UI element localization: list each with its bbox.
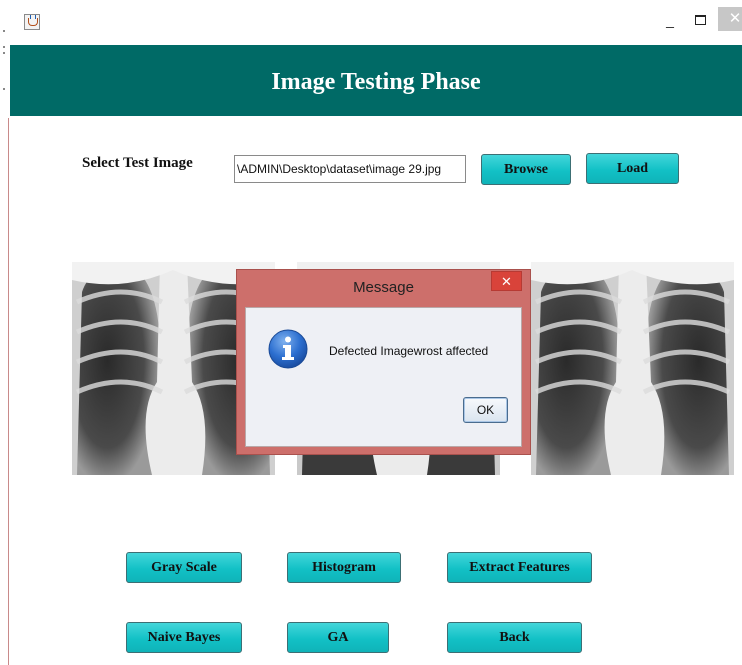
dialog-close-button[interactable]: ✕ (491, 271, 522, 291)
page-title: Image Testing Phase (271, 69, 481, 95)
maximize-icon (694, 15, 706, 25)
image-path-field[interactable]: \ADMIN\Desktop\dataset\image 29.jpg (234, 155, 466, 183)
extract-features-button[interactable]: Extract Features (447, 552, 592, 583)
maximize-button[interactable] (688, 10, 712, 30)
app-window: _ ✕ Image Testing Phase Select Test Imag… (0, 0, 742, 665)
dialog-title: Message (353, 279, 414, 296)
browse-button[interactable]: Browse (481, 154, 571, 185)
info-icon (268, 329, 308, 369)
naive-bayes-button[interactable]: Naive Bayes (126, 622, 242, 653)
ga-button[interactable]: GA (287, 622, 389, 653)
minimize-button[interactable]: _ (658, 10, 682, 30)
window-close-button[interactable]: ✕ (718, 7, 742, 31)
title-bar: _ ✕ (10, 0, 742, 45)
dialog-body: Defected Imagewrost affected OK (245, 307, 522, 447)
gray-scale-button[interactable]: Gray Scale (126, 552, 242, 583)
dialog-message: Defected Imagewrost affected (329, 344, 489, 358)
load-button[interactable]: Load (586, 153, 679, 184)
left-edge (0, 0, 10, 665)
back-button[interactable]: Back (447, 622, 582, 653)
java-cup-icon (24, 14, 40, 30)
header-bar: Image Testing Phase (10, 45, 742, 116)
message-dialog: Message ✕ Defected Imagewrost affected O… (236, 269, 531, 455)
histogram-button[interactable]: Histogram (287, 552, 401, 583)
result-xray-image (531, 262, 734, 475)
select-test-image-label: Select Test Image (82, 155, 193, 171)
ok-button[interactable]: OK (463, 397, 508, 423)
